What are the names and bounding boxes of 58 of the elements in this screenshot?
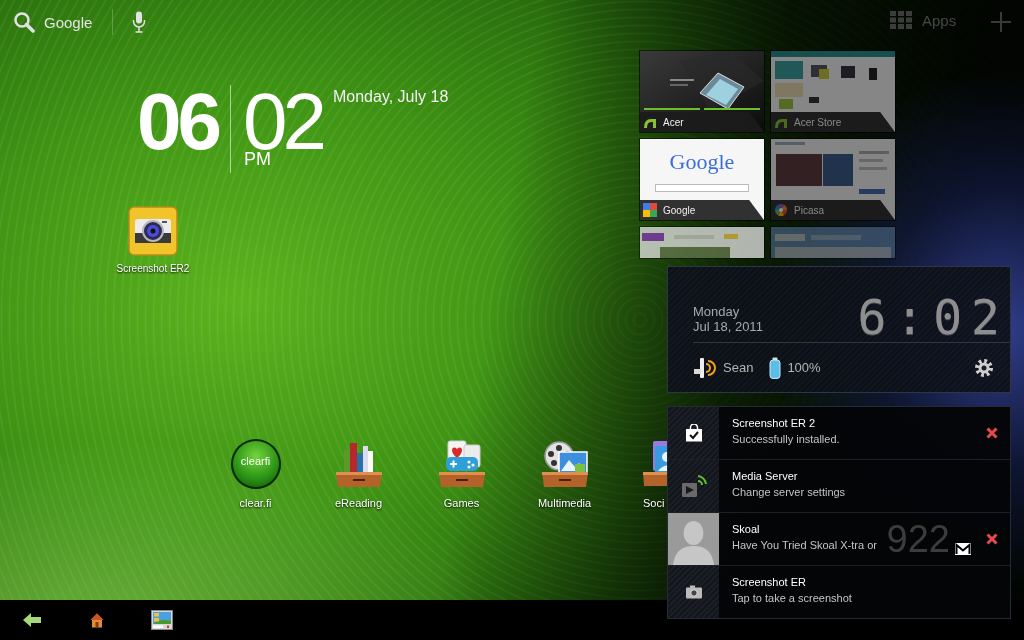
search-label[interactable]: Google (44, 13, 93, 31)
settings-icon[interactable] (974, 357, 994, 378)
camera-icon (668, 566, 719, 618)
notification-item[interactable]: Media Server Change server settings (668, 459, 1010, 512)
microphone-icon[interactable] (132, 11, 147, 33)
notification-text: Have You Tried Skoal X-tra or (732, 538, 878, 553)
pinwheel-icon (774, 203, 788, 217)
close-icon[interactable] (986, 533, 998, 545)
close-icon[interactable] (986, 427, 998, 439)
notification-item[interactable]: Screenshot ER Tap to take a screenshot (668, 565, 1010, 618)
app-label: Picasa (794, 204, 824, 216)
signal-icon (693, 355, 717, 380)
battery-icon (769, 356, 782, 379)
person-silhouette-icon (668, 513, 719, 565)
clock-period: PM (244, 152, 271, 166)
app-label: Google (663, 204, 696, 216)
notification-title: Screenshot ER 2 (732, 416, 817, 431)
mail-icon (954, 542, 972, 556)
back-icon[interactable] (23, 613, 41, 627)
app-label[interactable]: clear.fi (239, 496, 272, 510)
network-name: Sean (723, 360, 754, 375)
notification-title: Media Server (732, 469, 799, 484)
notification-item[interactable]: Skoal Have You Tried Skoal X-tra or 922 (668, 512, 1010, 565)
notification-text: Tap to take a screenshot (732, 591, 853, 606)
logo-text: clearfi (240, 455, 271, 467)
status-time: 6:02 (857, 293, 1009, 341)
app-label: Acer Store (794, 116, 842, 128)
camera-app-icon[interactable] (128, 206, 178, 256)
app-label[interactable]: Multimedia (537, 496, 592, 510)
battery-level: 100% (787, 360, 821, 375)
google-logo: Google (669, 150, 735, 174)
app-label[interactable]: Games (443, 496, 480, 510)
notification-title: Skoal (732, 522, 761, 537)
notification-text: Successfully installed. (732, 432, 841, 447)
shopping-bag-check-icon (668, 407, 719, 459)
recent-app-card[interactable]: Acer (640, 51, 764, 132)
webpage-preview[interactable] (640, 227, 764, 258)
search-icon[interactable] (13, 11, 35, 33)
app-label[interactable]: eReading (334, 496, 383, 510)
recent-app-card[interactable]: Google Google (640, 139, 764, 220)
shortcut-label[interactable]: Screenshot ER2 (116, 263, 190, 275)
unread-count: 922 (886, 519, 950, 559)
clock-hour: 06 (137, 82, 218, 162)
clock-minute: 02 (243, 92, 322, 152)
notification-item[interactable]: Screenshot ER 2 Successfully installed. (668, 407, 1010, 459)
landscape-picture-icon[interactable] (151, 610, 173, 630)
four-square-tile-icon (643, 203, 657, 217)
recent-app-card[interactable]: Acer Store (771, 51, 895, 132)
clock-date: Monday, July 18 (332, 88, 449, 106)
play-box-icon (668, 460, 719, 512)
home-icon[interactable] (90, 612, 104, 628)
notification-text: Change server settings (732, 485, 847, 500)
recent-app-card[interactable]: Picasa (771, 139, 895, 220)
app-label: Acer (663, 116, 684, 128)
app-label[interactable]: Soci (643, 496, 665, 510)
status-day: Monday (693, 304, 763, 319)
notification-title: Screenshot ER (732, 575, 807, 590)
status-date: Jul 18, 2011 (693, 319, 763, 334)
